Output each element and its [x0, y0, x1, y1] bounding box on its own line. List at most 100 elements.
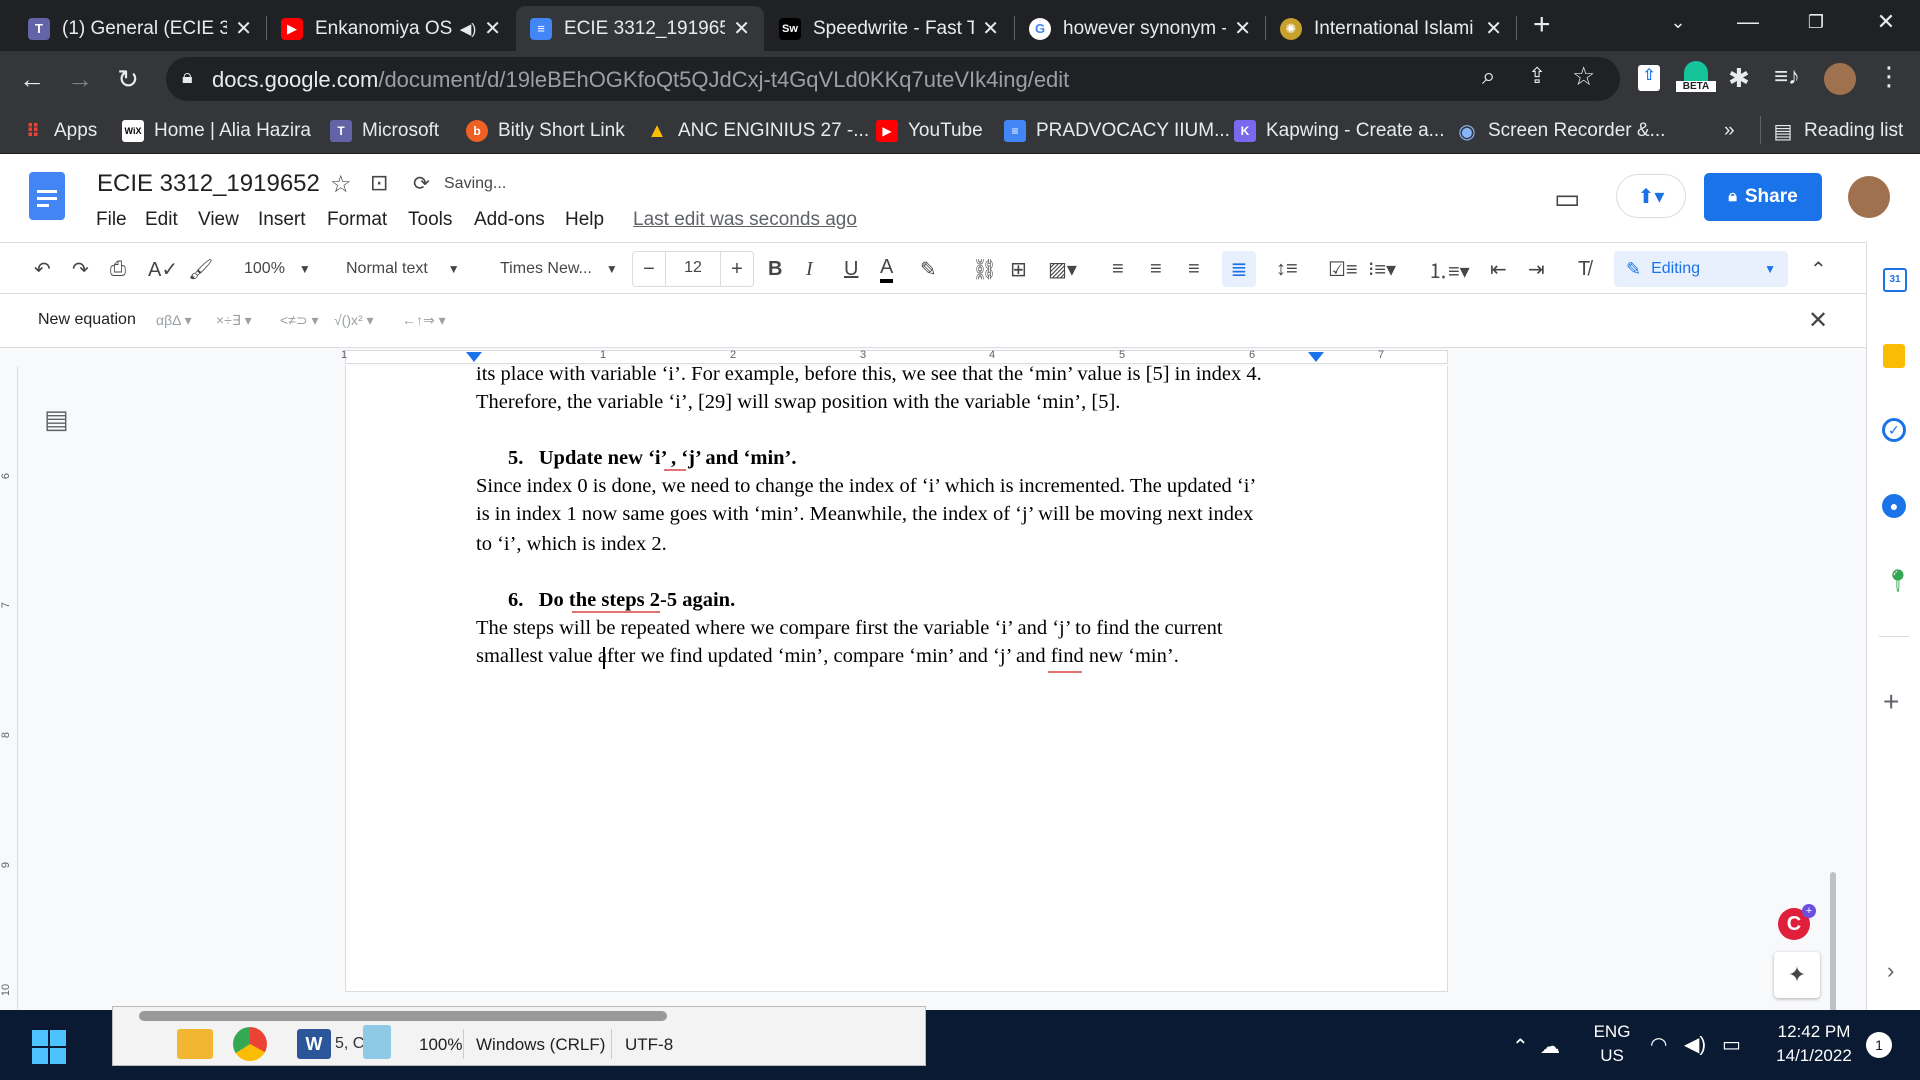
- tab-speedwrite[interactable]: Sw Speedwrite - Fast Te ✕: [765, 6, 1013, 51]
- battery-icon[interactable]: ▭: [1722, 1032, 1741, 1057]
- media-control-icon[interactable]: ≡♪: [1774, 63, 1800, 91]
- tab-iium[interactable]: ✺ International Islami ✕: [1266, 6, 1516, 51]
- chevron-up-icon[interactable]: ⌃: [1512, 1034, 1529, 1059]
- close-icon[interactable]: ✕: [484, 16, 501, 41]
- tab-google-synonym[interactable]: G however synonym - ✕: [1015, 6, 1265, 51]
- checklist-icon[interactable]: ☑≡: [1328, 255, 1358, 283]
- minimize-button[interactable]: —: [1718, 0, 1778, 44]
- bold-icon[interactable]: B: [768, 255, 782, 283]
- greek-letters-menu[interactable]: αβΔ ▾: [156, 312, 192, 329]
- chrome-icon[interactable]: [233, 1027, 267, 1061]
- bookmark-anc-enginius[interactable]: ▲ ANC ENGINIUS 27 -...: [646, 116, 869, 146]
- forward-button[interactable]: →: [62, 61, 98, 97]
- volume-icon[interactable]: ◀): [1684, 1032, 1706, 1057]
- extension-grammarly-beta[interactable]: BETA: [1676, 61, 1716, 101]
- bookmark-youtube[interactable]: ▶ YouTube: [876, 116, 983, 146]
- wifi-icon[interactable]: ◠: [1650, 1032, 1667, 1057]
- restore-button[interactable]: ❐: [1786, 0, 1846, 44]
- clear-formatting-icon[interactable]: T̸: [1578, 255, 1590, 283]
- paint-format-icon[interactable]: 🖌︎: [188, 255, 213, 283]
- calendar-icon[interactable]: 31: [1883, 268, 1907, 292]
- keep-icon[interactable]: [1883, 344, 1905, 368]
- present-button[interactable]: ⬆▾: [1616, 174, 1686, 218]
- tab-search-button[interactable]: ⌄: [1648, 0, 1708, 44]
- extension-upload-icon[interactable]: ⇧: [1638, 65, 1660, 91]
- style-select[interactable]: Normal text ▼: [346, 255, 460, 283]
- bulleted-list-icon[interactable]: ⁝≡▾: [1368, 255, 1396, 283]
- more-bookmarks-button[interactable]: »: [1724, 116, 1735, 146]
- decrease-font-size-button[interactable]: −: [633, 258, 665, 281]
- new-equation-button[interactable]: New equation: [38, 311, 136, 329]
- menu-addons[interactable]: Add-ons: [474, 209, 545, 231]
- share-page-icon[interactable]: ⇪: [1528, 63, 1546, 89]
- align-left-icon[interactable]: ≡: [1112, 255, 1124, 283]
- menu-help[interactable]: Help: [565, 209, 604, 231]
- align-center-icon[interactable]: ≡: [1150, 255, 1162, 283]
- last-edit-link[interactable]: Last edit was seconds ago: [633, 209, 857, 231]
- line-spacing-icon[interactable]: ↕≡: [1276, 255, 1298, 283]
- undo-icon[interactable]: ↶: [34, 255, 51, 283]
- onedrive-icon[interactable]: ☁: [1540, 1034, 1560, 1059]
- close-icon[interactable]: ✕: [1808, 306, 1828, 335]
- lock-icon[interactable]: 🔒︎: [182, 66, 193, 89]
- maps-icon[interactable]: 📍︎: [1884, 568, 1912, 593]
- language-indicator[interactable]: ENG US: [1590, 1022, 1634, 1066]
- math-operators-menu[interactable]: √()x² ▾: [334, 312, 374, 329]
- vertical-scrollbar[interactable]: [1830, 872, 1836, 1012]
- clock[interactable]: 12:42 PM 14/1/2022: [1766, 1022, 1862, 1066]
- document-title[interactable]: ECIE 3312_1919652: [97, 170, 320, 198]
- underline-icon[interactable]: U: [844, 255, 858, 283]
- align-justify-icon[interactable]: ≣: [1222, 251, 1256, 287]
- close-icon[interactable]: ✕: [1485, 16, 1502, 41]
- close-icon[interactable]: ✕: [235, 16, 252, 41]
- word-icon[interactable]: W: [297, 1029, 331, 1059]
- menu-edit[interactable]: Edit: [145, 209, 178, 231]
- decrease-indent-icon[interactable]: ⇤: [1490, 255, 1507, 283]
- chrome-menu-icon[interactable]: ⋮: [1876, 61, 1902, 92]
- font-size-input[interactable]: 12: [665, 251, 721, 287]
- notepad-icon[interactable]: [363, 1025, 391, 1059]
- bookmark-apps[interactable]: ⠿ Apps: [22, 116, 97, 146]
- explore-icon[interactable]: ✦: [1774, 952, 1820, 998]
- collapse-toolbar-icon[interactable]: ⌃: [1810, 255, 1827, 283]
- vertical-ruler[interactable]: 6 7 8 9 10: [0, 366, 18, 1010]
- bookmark-microsoft[interactable]: T Microsoft: [330, 116, 439, 146]
- print-icon[interactable]: ⎙: [110, 255, 126, 283]
- align-right-icon[interactable]: ≡: [1188, 255, 1200, 283]
- increase-indent-icon[interactable]: ⇥: [1528, 255, 1545, 283]
- move-folder-icon[interactable]: ⊡: [370, 170, 388, 196]
- bookmark-kapwing[interactable]: K Kapwing - Create a...: [1234, 116, 1444, 146]
- numbered-list-icon[interactable]: ⒈≡▾: [1428, 255, 1470, 283]
- get-addons-icon[interactable]: +: [1883, 686, 1899, 718]
- increase-font-size-button[interactable]: +: [721, 258, 753, 281]
- highlight-icon[interactable]: ✎: [920, 255, 937, 283]
- link-icon[interactable]: ⛓︎: [972, 255, 997, 283]
- text-color-icon[interactable]: A: [880, 255, 894, 283]
- profile-avatar[interactable]: [1824, 63, 1856, 95]
- reload-button[interactable]: ↻: [110, 61, 146, 97]
- file-explorer-icon[interactable]: [177, 1029, 213, 1059]
- document-outline-icon[interactable]: ▤: [44, 406, 72, 434]
- menu-view[interactable]: View: [198, 209, 239, 231]
- new-tab-button[interactable]: +: [1533, 8, 1551, 42]
- arrows-menu[interactable]: ←↑⇒ ▾: [402, 312, 446, 329]
- relations-menu[interactable]: <≠⊃ ▾: [280, 312, 319, 329]
- contacts-icon[interactable]: ●: [1882, 494, 1906, 518]
- bookmark-pradvocacy[interactable]: ≡ PRADVOCACY IIUM...: [1004, 116, 1230, 146]
- comment-history-icon[interactable]: ▭: [1554, 182, 1580, 215]
- bookmark-star-icon[interactable]: ☆: [1572, 61, 1595, 92]
- tasks-icon[interactable]: ✓: [1882, 418, 1906, 442]
- horizontal-scrollbar[interactable]: [139, 1011, 667, 1021]
- chevron-right-icon[interactable]: ›: [1887, 958, 1894, 984]
- star-icon[interactable]: ☆: [330, 170, 352, 199]
- italic-icon[interactable]: I: [806, 255, 813, 283]
- redo-icon[interactable]: ↷: [72, 255, 89, 283]
- windows-start-icon[interactable]: [32, 1030, 66, 1064]
- share-button[interactable]: 🔒︎ Share: [1704, 173, 1822, 221]
- docs-logo-icon[interactable]: [29, 172, 65, 220]
- insert-image-icon[interactable]: ▨▾: [1048, 255, 1077, 283]
- spellcheck-icon[interactable]: A✓: [148, 255, 178, 283]
- window-close-button[interactable]: ✕: [1856, 0, 1916, 44]
- menu-format[interactable]: Format: [327, 209, 387, 231]
- speaker-icon[interactable]: ◀): [460, 20, 477, 38]
